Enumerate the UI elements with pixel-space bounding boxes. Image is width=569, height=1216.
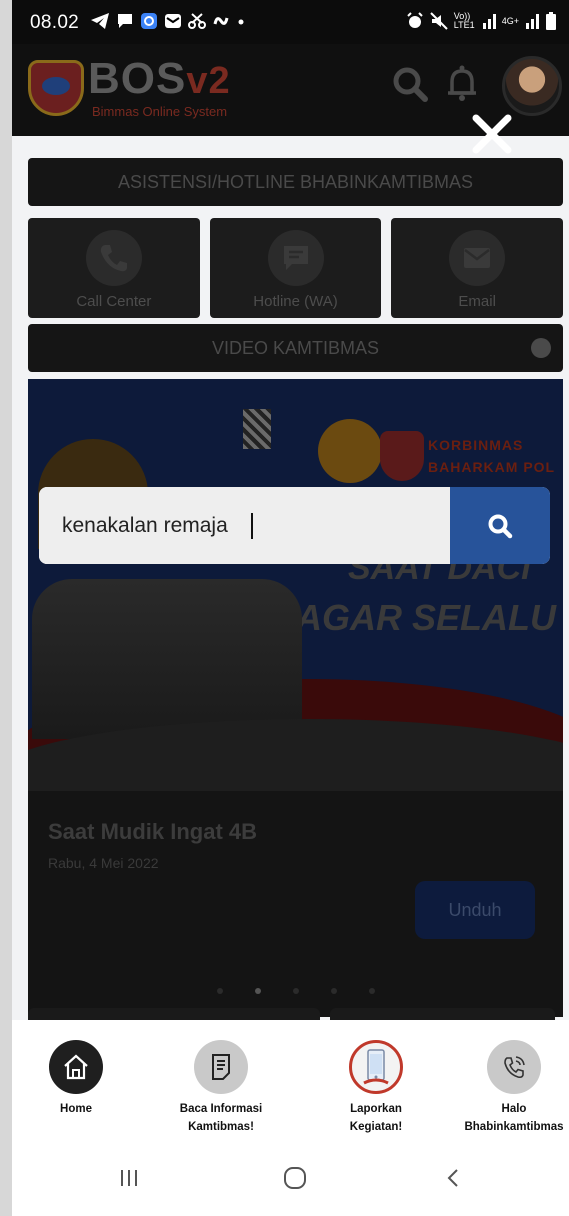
document-icon: [194, 1040, 248, 1094]
search-icon: [488, 514, 513, 538]
contact-call-center[interactable]: Call Center: [28, 218, 200, 318]
carousel-dot-active[interactable]: [254, 988, 261, 994]
scissors-icon: [188, 13, 206, 29]
phone-report-icon: [349, 1040, 403, 1094]
chat-icon: [118, 14, 132, 28]
chevron-right-icon[interactable]: [531, 338, 551, 358]
alarm-icon: [407, 12, 423, 28]
email-icon: [449, 230, 506, 286]
status-time: 08.02: [30, 12, 80, 33]
volte-indicator: Vo)) LTE1: [453, 11, 475, 30]
s-app-icon: [213, 17, 229, 25]
contact-hotline-wa[interactable]: Hotline (WA): [209, 218, 382, 318]
search-box: [39, 487, 550, 564]
nav-halo-bhabinkamtibmas[interactable]: Halo Bhabinkamtibmas: [458, 1040, 569, 1136]
header-search-icon[interactable]: [388, 62, 432, 106]
next-card-peek: [28, 1008, 320, 1020]
nav-label: Home: [60, 1103, 92, 1115]
next-card-peek: [330, 1008, 555, 1020]
home-icon: [49, 1040, 103, 1094]
nav-label-line2: Kamtibmas!: [188, 1121, 254, 1133]
carousel-dot[interactable]: [368, 988, 375, 994]
brand-name: BOS: [88, 54, 187, 103]
nav-laporkan-kegiatan[interactable]: Laporkan Kegiatan!: [311, 1040, 441, 1136]
binmas-emblem: [380, 431, 424, 481]
carousel-dot[interactable]: [216, 988, 223, 994]
app-brand: BOSv2: [88, 54, 231, 104]
status-notification-icons: [90, 12, 246, 30]
nav-home[interactable]: Home: [12, 1040, 141, 1118]
nav-label-line1: Baca Informasi: [179, 1103, 263, 1115]
banner-headline-2: AGAR SELALU: [296, 597, 556, 638]
family-photo: [32, 579, 302, 739]
contact-options: Call Center Hotline (WA) Email: [28, 218, 564, 318]
signal-icon: [482, 14, 496, 29]
avatar[interactable]: [502, 56, 562, 116]
main-content: ASISTENSI/HOTLINE BHABINKAMTIBMAS Call C…: [28, 136, 569, 1017]
nav-label-line1: Halo: [501, 1103, 527, 1115]
bell-icon[interactable]: [440, 62, 484, 106]
signal-icon-2: [526, 14, 539, 29]
close-icon[interactable]: [470, 112, 514, 156]
video-post-card: Saat Mudik Ingat 4B Rabu, 4 Mei 2022 Und…: [28, 791, 563, 1017]
network-indicator: 4G+: [501, 16, 519, 26]
mail-box-icon: [165, 14, 181, 28]
back-icon[interactable]: [434, 1160, 474, 1196]
nav-baca-informasi[interactable]: Baca Informasi Kamtibmas!: [156, 1040, 286, 1136]
bottom-navigation: Home Baca Informasi Kamtibmas! Laporkan Ke…: [12, 1020, 569, 1140]
contact-label: Hotline (WA): [253, 293, 338, 310]
telegram-icon: [91, 13, 109, 29]
lantern-graphic: [243, 409, 271, 449]
mute-icon: [430, 12, 448, 30]
nav-label: Baca Informasi Kamtibmas!: [156, 1100, 286, 1136]
post-date: Rabu, 4 Mei 2022: [48, 855, 159, 871]
nav-label-line2: Bhabinkamtibmas: [464, 1121, 564, 1133]
post-title: Saat Mudik Ingat 4B: [48, 819, 258, 844]
o-app-icon: [141, 13, 157, 29]
phone-icon: [85, 230, 142, 286]
search-input[interactable]: [39, 487, 450, 564]
status-bar: 08.02 Vo)) LTE1 4G+: [12, 0, 569, 44]
contact-label: Call Center: [76, 293, 152, 310]
android-navigation-bar: [12, 1140, 569, 1216]
home-circle-icon[interactable]: [275, 1160, 315, 1196]
nav-label: Halo Bhabinkamtibmas: [458, 1100, 569, 1136]
phone-call-icon: [487, 1040, 541, 1094]
contact-email[interactable]: Email: [391, 218, 564, 318]
recents-icon[interactable]: [109, 1160, 149, 1196]
text-caret: [251, 513, 253, 539]
app-logo: [28, 60, 84, 116]
dot-icon: [238, 19, 244, 25]
carousel-dot[interactable]: [330, 988, 337, 994]
download-button[interactable]: Unduh: [415, 881, 535, 939]
search-button[interactable]: [450, 487, 550, 564]
brand-suffix: v2: [186, 60, 231, 102]
banner-org-line1: KORBINMAS: [428, 437, 524, 453]
nav-label-line1: Laporkan: [350, 1103, 402, 1115]
nav-label: Laporkan Kegiatan!: [311, 1100, 441, 1136]
app-screen: 08.02 Vo)) LTE1 4G+ BOSv2 Bimmas Online …: [12, 0, 569, 1216]
police-emblem: [318, 419, 382, 483]
contact-label: Email: [458, 293, 496, 310]
video-section-title: VIDEO KAMTIBMAS: [211, 338, 380, 358]
status-system-icons: Vo)) LTE1 4G+: [406, 12, 557, 30]
video-banner[interactable]: KORBINMAS BAHARKAM POL SAAT DACI AGAR SE…: [28, 379, 563, 791]
battery-icon: [546, 12, 556, 30]
carousel-dots: [28, 988, 563, 994]
nav-label-line2: Kegiatan!: [349, 1121, 403, 1133]
banner-org-line2: BAHARKAM POL: [428, 459, 556, 475]
carousel-dot[interactable]: [292, 988, 299, 994]
message-icon: [267, 230, 324, 286]
brand-subtitle: Bimmas Online System: [92, 104, 228, 119]
video-kamtibmas-header[interactable]: VIDEO KAMTIBMAS: [28, 324, 563, 372]
assist-hotline-header: ASISTENSI/HOTLINE BHABINKAMTIBMAS: [28, 158, 563, 206]
